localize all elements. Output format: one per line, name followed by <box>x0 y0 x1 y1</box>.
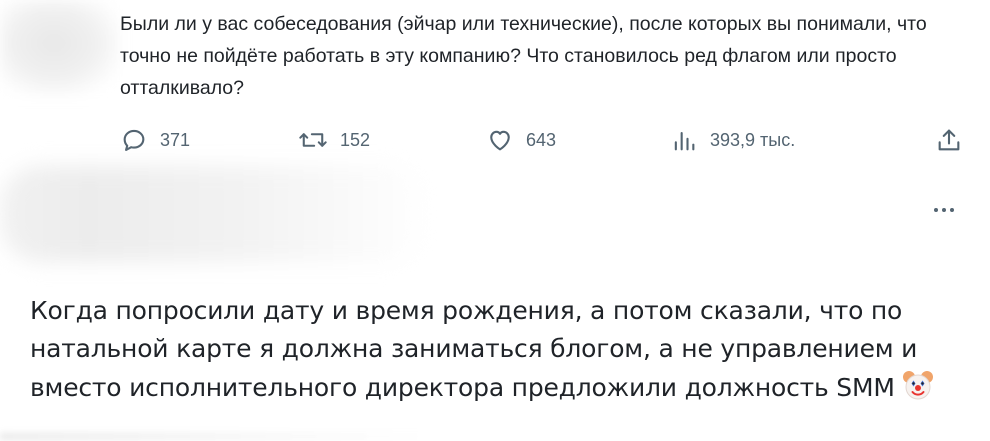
reply-count: 371 <box>160 129 191 150</box>
more-dot-icon <box>950 208 954 212</box>
reply-icon <box>123 129 145 151</box>
blurred-avatar <box>0 0 120 96</box>
reply-text: Когда попросили дату и время рождения, а… <box>30 296 918 402</box>
share-button[interactable] <box>935 122 963 158</box>
blurred-user-name <box>0 166 430 262</box>
heart-icon <box>490 130 510 151</box>
retweet-count: 152 <box>340 129 371 150</box>
tweet-text: Были ли у вас собеседования (эйчар или т… <box>120 13 927 99</box>
more-dot-icon <box>934 208 938 212</box>
clown-face-icon <box>901 368 935 413</box>
reply-button[interactable]: 371 <box>120 122 190 158</box>
views-chart-icon <box>674 131 695 151</box>
tweet-action-bar: 371 152 643 393,9 тыс. <box>120 122 960 158</box>
like-count: 643 <box>526 129 557 150</box>
views-count: 393,9 тыс. <box>710 129 796 150</box>
retweet-icon <box>299 133 327 147</box>
like-button[interactable]: 643 <box>486 122 556 158</box>
blurred-footer <box>0 432 430 441</box>
more-dot-icon <box>942 208 946 212</box>
views-button[interactable]: 393,9 тыс. <box>670 122 795 158</box>
more-options-button[interactable] <box>924 196 964 224</box>
share-icon <box>938 129 960 151</box>
reply-text-block: Когда попросили дату и время рождения, а… <box>30 292 960 413</box>
retweet-button[interactable]: 152 <box>298 122 370 158</box>
